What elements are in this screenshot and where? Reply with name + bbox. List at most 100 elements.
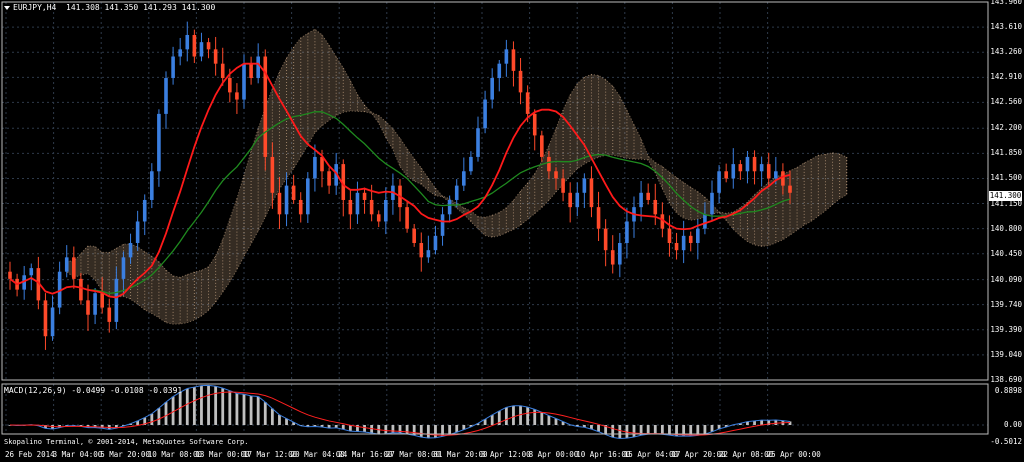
candle-body [43,300,48,337]
candle-body [618,243,622,265]
price-tick-label: 141.500 [990,173,1022,183]
candle-body [497,63,502,79]
cloud-band [66,28,848,325]
candle-body [228,78,232,93]
candle-body [447,199,452,215]
candle-body [8,271,12,279]
candle-body [369,199,374,215]
macd-histogram-bar [490,414,494,425]
macd-histogram-bar [448,425,452,435]
candle-body [766,164,771,179]
candle-body [86,300,90,315]
macd-histogram-bar [512,405,515,425]
macd-header: MACD(12,26,9) -0.0499 -0.0108 -0.0391 [4,386,183,395]
candle-body [242,63,246,100]
macd-tick-label: 0.8898 [994,386,1022,395]
price-tick-label: 139.390 [990,324,1022,334]
macd-histogram-bar [441,425,444,437]
candle-body [79,278,83,301]
candle-body [568,192,572,208]
macd-histogram-bar [504,407,508,425]
candle-body [348,199,353,215]
candle-body [681,235,686,251]
candle-body [355,192,360,215]
time-tick-label: 31 Mar 20:00 [433,450,488,459]
candle-body [518,70,523,93]
candle-body [490,78,494,100]
price-tick-label: 142.560 [990,97,1022,107]
candle-body [114,278,119,322]
candle-body [376,214,381,222]
candle-body [547,156,551,172]
time-tick-label: 13 Mar 00:00 [195,450,250,459]
time-tick-label: 20 Mar 04:00 [290,450,345,459]
candle-body [107,307,112,322]
macd-histogram-bar [660,425,664,435]
candle-body [525,92,530,114]
candle-body [313,156,317,179]
candle-body [724,171,728,179]
macd-histogram-bar [554,418,558,425]
symbol-label: EURJPY,H4 [13,3,57,12]
candle-body [433,235,438,251]
candle-body [717,171,721,193]
price-tick-label: 139.740 [990,299,1022,309]
macd-histogram-bar [632,425,636,437]
candle-body [270,156,275,193]
candle-body [298,199,303,215]
macd-histogram-bar [263,402,267,425]
price-tick-label: 140.800 [990,223,1022,233]
macd-histogram-bar [270,408,274,425]
candle-body [277,192,282,215]
candle-body [64,257,69,272]
macd-histogram-bar [597,425,600,432]
candle-body [426,250,431,258]
candle-body [646,192,650,200]
macd-histogram-bar [405,425,409,434]
macd-histogram-bar [348,425,352,432]
price-tick-label: 141.850 [990,148,1022,158]
candle-body [469,156,473,172]
candle-body [327,171,331,186]
candle-body [72,257,76,279]
macd-tick-label: -0.5012 [990,437,1022,446]
macd-histogram-bar [249,395,253,425]
copyright-notice: Skopalino Terminal, © 2001-2014, MetaQuo… [4,438,249,446]
candle-body [50,307,55,337]
macd-histogram-bar [221,388,225,425]
candle-body [171,56,175,79]
macd-histogram-bar [363,425,366,433]
time-tick-label: 8 Apr 00:00 [528,450,579,459]
candle-body [93,293,97,315]
candle-body [511,49,516,71]
candle-body [738,164,743,172]
candle-body [157,113,161,172]
chevron-down-icon[interactable] [4,5,10,10]
candle-body [589,178,594,208]
macd-histogram-bar [242,394,246,425]
macd-histogram-bar [207,385,210,425]
macd-histogram-bar [547,415,551,425]
candle-body [192,34,197,57]
candle-body [135,221,140,244]
macd-histogram-bar [228,390,232,425]
price-tick-label: 142.910 [990,72,1022,82]
candle-body [454,185,459,200]
candle-body [29,268,34,276]
macd-histogram-bar [384,425,388,434]
macd-histogram-bar [788,421,792,425]
candle-body [710,192,714,215]
macd-histogram-bar [540,412,544,425]
ohlc-values: 141.308 141.350 141.293 141.300 [66,3,216,12]
macd-tick-label: 0.00 [1003,420,1022,429]
candle-body [249,63,253,79]
candle-body [185,34,190,50]
current-price-label: 141.300 [989,191,1022,201]
candle-body [362,192,367,200]
macd-histogram-bar [235,393,239,425]
time-tick-label: 17 Apr 20:00 [671,450,726,459]
candle-body [291,185,296,200]
candle-body [561,178,565,193]
candle-body [532,113,537,136]
ichimoku-cloud [66,28,848,325]
